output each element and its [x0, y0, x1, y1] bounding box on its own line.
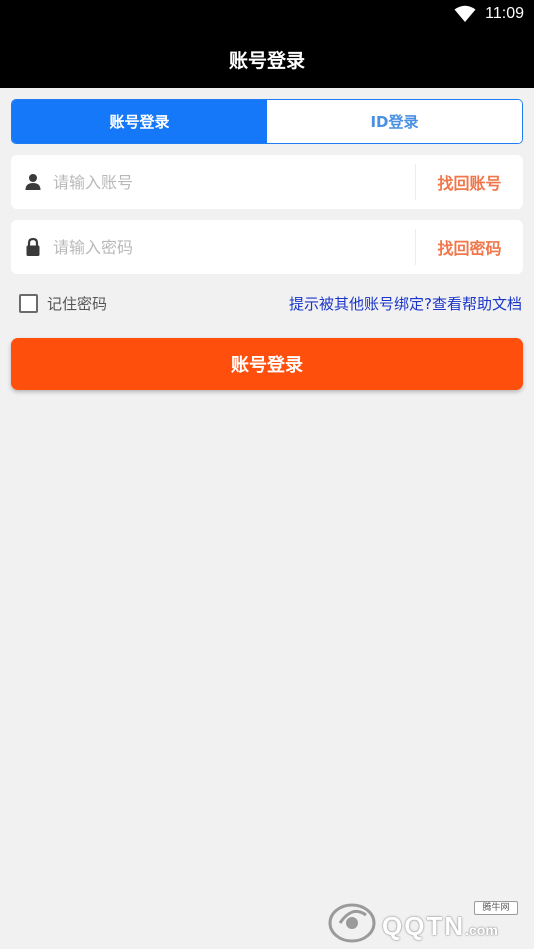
watermark-main: QQTN [382, 911, 466, 941]
page-title: 账号登录 [228, 49, 305, 72]
status-time: 11:09 [485, 5, 524, 22]
lock-icon [13, 220, 53, 274]
recover-account-link[interactable]: 找回账号 [416, 170, 523, 194]
recover-password-link[interactable]: 找回密码 [416, 235, 523, 259]
remember-password[interactable]: 记住密码 [19, 292, 107, 314]
person-icon [13, 155, 53, 209]
qqtn-logo-icon [328, 903, 376, 943]
page-header: 账号登录 [0, 30, 534, 88]
password-field: 找回密码 [11, 220, 523, 274]
wifi-icon [454, 5, 476, 22]
watermark-domain: .com [465, 922, 498, 938]
tab-account-login[interactable]: 账号登录 [12, 100, 267, 143]
account-input[interactable] [53, 155, 415, 209]
status-bar: 11:09 [0, 0, 534, 30]
remember-checkbox[interactable] [19, 293, 38, 313]
tab-id-login[interactable]: ID登录 [267, 100, 522, 143]
login-tabs: 账号登录 ID登录 [11, 99, 523, 144]
account-field: 找回账号 [11, 155, 523, 209]
login-button[interactable]: 账号登录 [11, 338, 523, 390]
remember-label: 记住密码 [47, 294, 108, 313]
help-doc-link[interactable]: 提示被其他账号绑定?查看帮助文档 [289, 293, 522, 314]
watermark-text: QQTN.com [382, 911, 498, 942]
password-input[interactable] [53, 220, 415, 274]
watermark-logo: 腾牛网 QQTN.com [322, 893, 532, 947]
